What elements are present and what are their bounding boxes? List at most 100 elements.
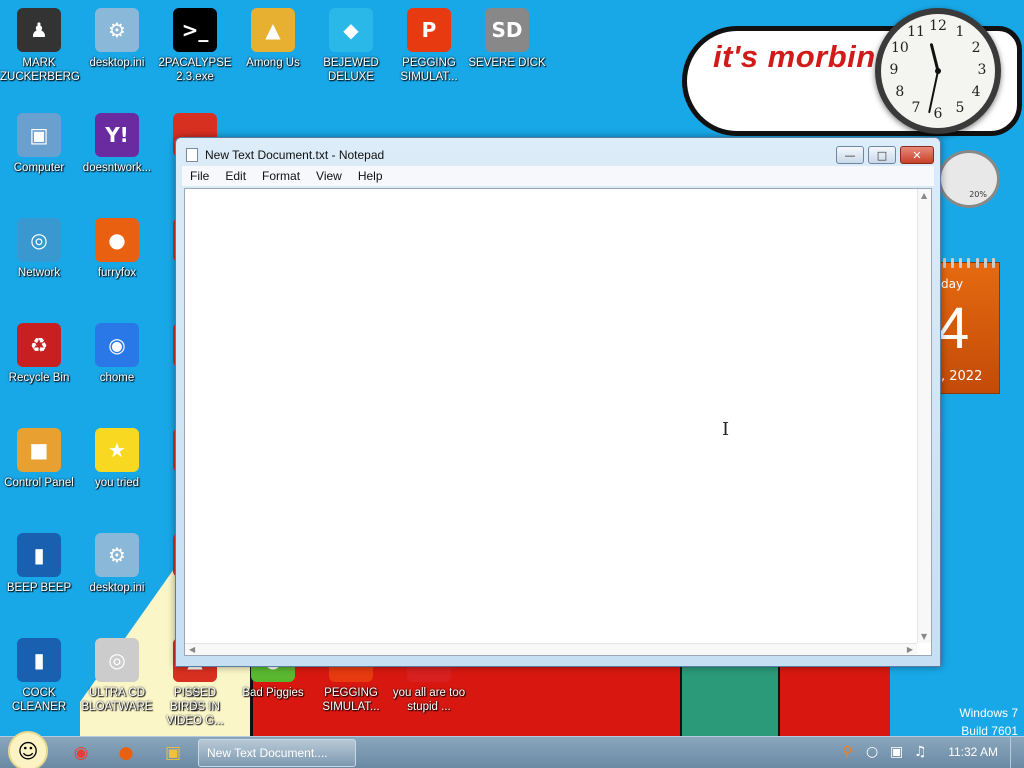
desktop-icon[interactable]: ◎ ULTRA CD BLOATWARE bbox=[78, 632, 156, 728]
vertical-scrollbar[interactable]: ▲ ▼ bbox=[917, 189, 931, 643]
desktop-icon-label: SEVERE DICK bbox=[468, 57, 546, 69]
desktop-icon[interactable]: Y! doesntwork... bbox=[78, 107, 156, 203]
scroll-down-icon[interactable]: ▼ bbox=[921, 632, 927, 641]
clock-number: 3 bbox=[977, 62, 987, 78]
menu-edit[interactable]: Edit bbox=[225, 169, 246, 183]
scroll-up-icon[interactable]: ▲ bbox=[921, 191, 927, 200]
desktop-icon[interactable]: ▮ BEEP BEEP bbox=[0, 527, 78, 623]
firefox-icon: ● bbox=[95, 218, 139, 262]
desktop-icon-label: Control Panel bbox=[4, 477, 74, 489]
p-logo-icon: P bbox=[407, 8, 451, 52]
explorer-folder-icon[interactable]: ▣ bbox=[162, 742, 184, 764]
search-icon[interactable]: ⚲ bbox=[842, 744, 852, 760]
clock-number: 2 bbox=[971, 40, 981, 56]
person-icon: ♟ bbox=[17, 8, 61, 52]
desktop-icon[interactable]: >_ 2PACALYPSE 2.3.exe bbox=[156, 2, 234, 98]
desktop-icon[interactable]: SD SEVERE DICK bbox=[468, 2, 546, 98]
desktop-icon[interactable]: ◎ Network bbox=[0, 212, 78, 308]
menu-file[interactable]: File bbox=[190, 169, 209, 183]
desktop-icon[interactable]: ◉ chome bbox=[78, 317, 156, 413]
desktop-icon[interactable]: P PEGGING SIMULAT... bbox=[390, 2, 468, 98]
taskbar-clock[interactable]: 11:32 AM bbox=[948, 745, 998, 759]
volume-icon[interactable]: ♫ bbox=[914, 744, 927, 760]
game-icon: ▲ bbox=[251, 8, 295, 52]
star-icon: ★ bbox=[95, 428, 139, 472]
desktop-icon-label: BEEP BEEP bbox=[6, 582, 72, 594]
desktop-icon[interactable]: ⚙ desktop.ini bbox=[78, 527, 156, 623]
desktop-icon-label: doesntwork... bbox=[82, 162, 152, 174]
menu-help[interactable]: Help bbox=[358, 169, 383, 183]
desktop-icon[interactable]: ▣ Computer bbox=[0, 107, 78, 203]
chrome-icon: ◉ bbox=[95, 323, 139, 367]
windows-watermark: Windows 7 Build 7601 bbox=[959, 704, 1018, 740]
control-panel-icon: ■ bbox=[17, 428, 61, 472]
tray-status-icon[interactable]: ○ bbox=[866, 744, 878, 760]
menu-bar: File Edit Format View Help bbox=[182, 166, 934, 186]
show-desktop-button[interactable] bbox=[1010, 737, 1024, 768]
network-icon[interactable]: ▣ bbox=[890, 744, 903, 760]
menu-view[interactable]: View bbox=[316, 169, 342, 183]
taskbar: ☺ ◉ ● ▣ New Text Document.... ⚲ ○ ▣ ♫ 11… bbox=[0, 731, 1024, 768]
wallpaper-green-shape bbox=[680, 660, 780, 740]
window-title: New Text Document.txt - Notepad bbox=[205, 148, 385, 162]
firefox-taskbar-icon[interactable]: ● bbox=[115, 742, 137, 764]
settings-file-icon: ⚙ bbox=[95, 533, 139, 577]
gem-icon: ◆ bbox=[329, 8, 373, 52]
start-button[interactable]: ☺ bbox=[8, 731, 48, 768]
clock-number: 10 bbox=[890, 40, 909, 56]
desktop-icon[interactable]: ▲ Among Us bbox=[234, 2, 312, 98]
clock-number: 5 bbox=[955, 100, 965, 117]
clock-number: 7 bbox=[911, 100, 921, 117]
clock-number: 12 bbox=[929, 18, 947, 34]
taskbar-notepad-button[interactable]: New Text Document.... bbox=[198, 739, 356, 767]
desktop-icon[interactable]: ◆ BEJEWED DELUXE bbox=[312, 2, 390, 98]
clock-number: 9 bbox=[889, 62, 899, 78]
desktop-icon-label: COCK CLEANER bbox=[11, 687, 67, 713]
disk-icon: ▮ bbox=[17, 638, 61, 682]
text-editor-area[interactable]: I ▲ ▼ ◀ ▶ bbox=[184, 188, 932, 656]
desktop-icon-label: Among Us bbox=[246, 57, 300, 69]
cd-icon: ◎ bbox=[95, 638, 139, 682]
desktop-icon-label: Computer bbox=[13, 162, 65, 174]
desktop-icon[interactable]: ▮ COCK CLEANER bbox=[0, 632, 78, 728]
globe-icon: ◎ bbox=[17, 218, 61, 262]
desktop-icon-label: BEJEWED DELUXE bbox=[323, 57, 379, 83]
watermark-line1: Windows 7 bbox=[959, 706, 1018, 720]
gear-icon: SD bbox=[485, 8, 529, 52]
desktop-icon-label: PEGGING SIMULAT... bbox=[400, 57, 458, 83]
clock-number: 11 bbox=[907, 23, 925, 40]
desktop-icon-label: Network bbox=[17, 267, 61, 279]
calendar-rings bbox=[943, 258, 995, 268]
desktop-icon-label: ULTRA CD BLOATWARE bbox=[81, 687, 153, 713]
clock-number: 4 bbox=[971, 84, 981, 100]
scroll-right-icon[interactable]: ▶ bbox=[907, 645, 913, 654]
desktop-icon[interactable]: ● furryfox bbox=[78, 212, 156, 308]
desktop-icon[interactable]: ■ Control Panel bbox=[0, 422, 78, 518]
scroll-left-icon[interactable]: ◀ bbox=[189, 645, 195, 654]
recycle-bin-icon: ♻ bbox=[17, 323, 61, 367]
minimize-button[interactable]: — bbox=[836, 146, 864, 164]
horizontal-scrollbar[interactable]: ◀ ▶ bbox=[185, 643, 917, 655]
close-button[interactable]: ✕ bbox=[900, 146, 934, 164]
notepad-window[interactable]: New Text Document.txt - Notepad — □ ✕ Fi… bbox=[175, 137, 941, 667]
desktop-icon-label: you tried bbox=[94, 477, 140, 489]
desktop-icon-label: PISSED BIRDS IN VIDEO G... bbox=[166, 687, 224, 727]
chrome-taskbar-icon[interactable]: ◉ bbox=[70, 742, 92, 764]
calendar-gadget[interactable]: day 4 , 2022 bbox=[936, 258, 1000, 394]
desktop-icon[interactable]: ♻ Recycle Bin bbox=[0, 317, 78, 413]
desktop-icon[interactable]: ⚙ desktop.ini bbox=[78, 2, 156, 98]
desktop-icon-label: desktop.ini bbox=[89, 582, 145, 594]
clock-face: 12 1 2 3 4 5 6 7 8 9 10 11 bbox=[881, 14, 995, 128]
notepad-icon bbox=[186, 148, 198, 162]
clock-number: 8 bbox=[895, 84, 905, 100]
clock-gadget[interactable]: 12 1 2 3 4 5 6 7 8 9 10 11 bbox=[875, 8, 1001, 134]
desktop-icon[interactable]: ★ you tried bbox=[78, 422, 156, 518]
cpu-gauge-gadget[interactable]: 20% bbox=[938, 150, 1000, 208]
computer-icon: ▣ bbox=[17, 113, 61, 157]
desktop-icon-label: Bad Piggies bbox=[242, 687, 304, 699]
menu-format[interactable]: Format bbox=[262, 169, 300, 183]
console-icon: >_ bbox=[173, 8, 217, 52]
desktop-icon-label: you all are too stupid ... bbox=[392, 687, 466, 713]
desktop-icon[interactable]: ♟ MARK ZUCKERBERG bbox=[0, 2, 80, 98]
maximize-button[interactable]: □ bbox=[868, 146, 896, 164]
